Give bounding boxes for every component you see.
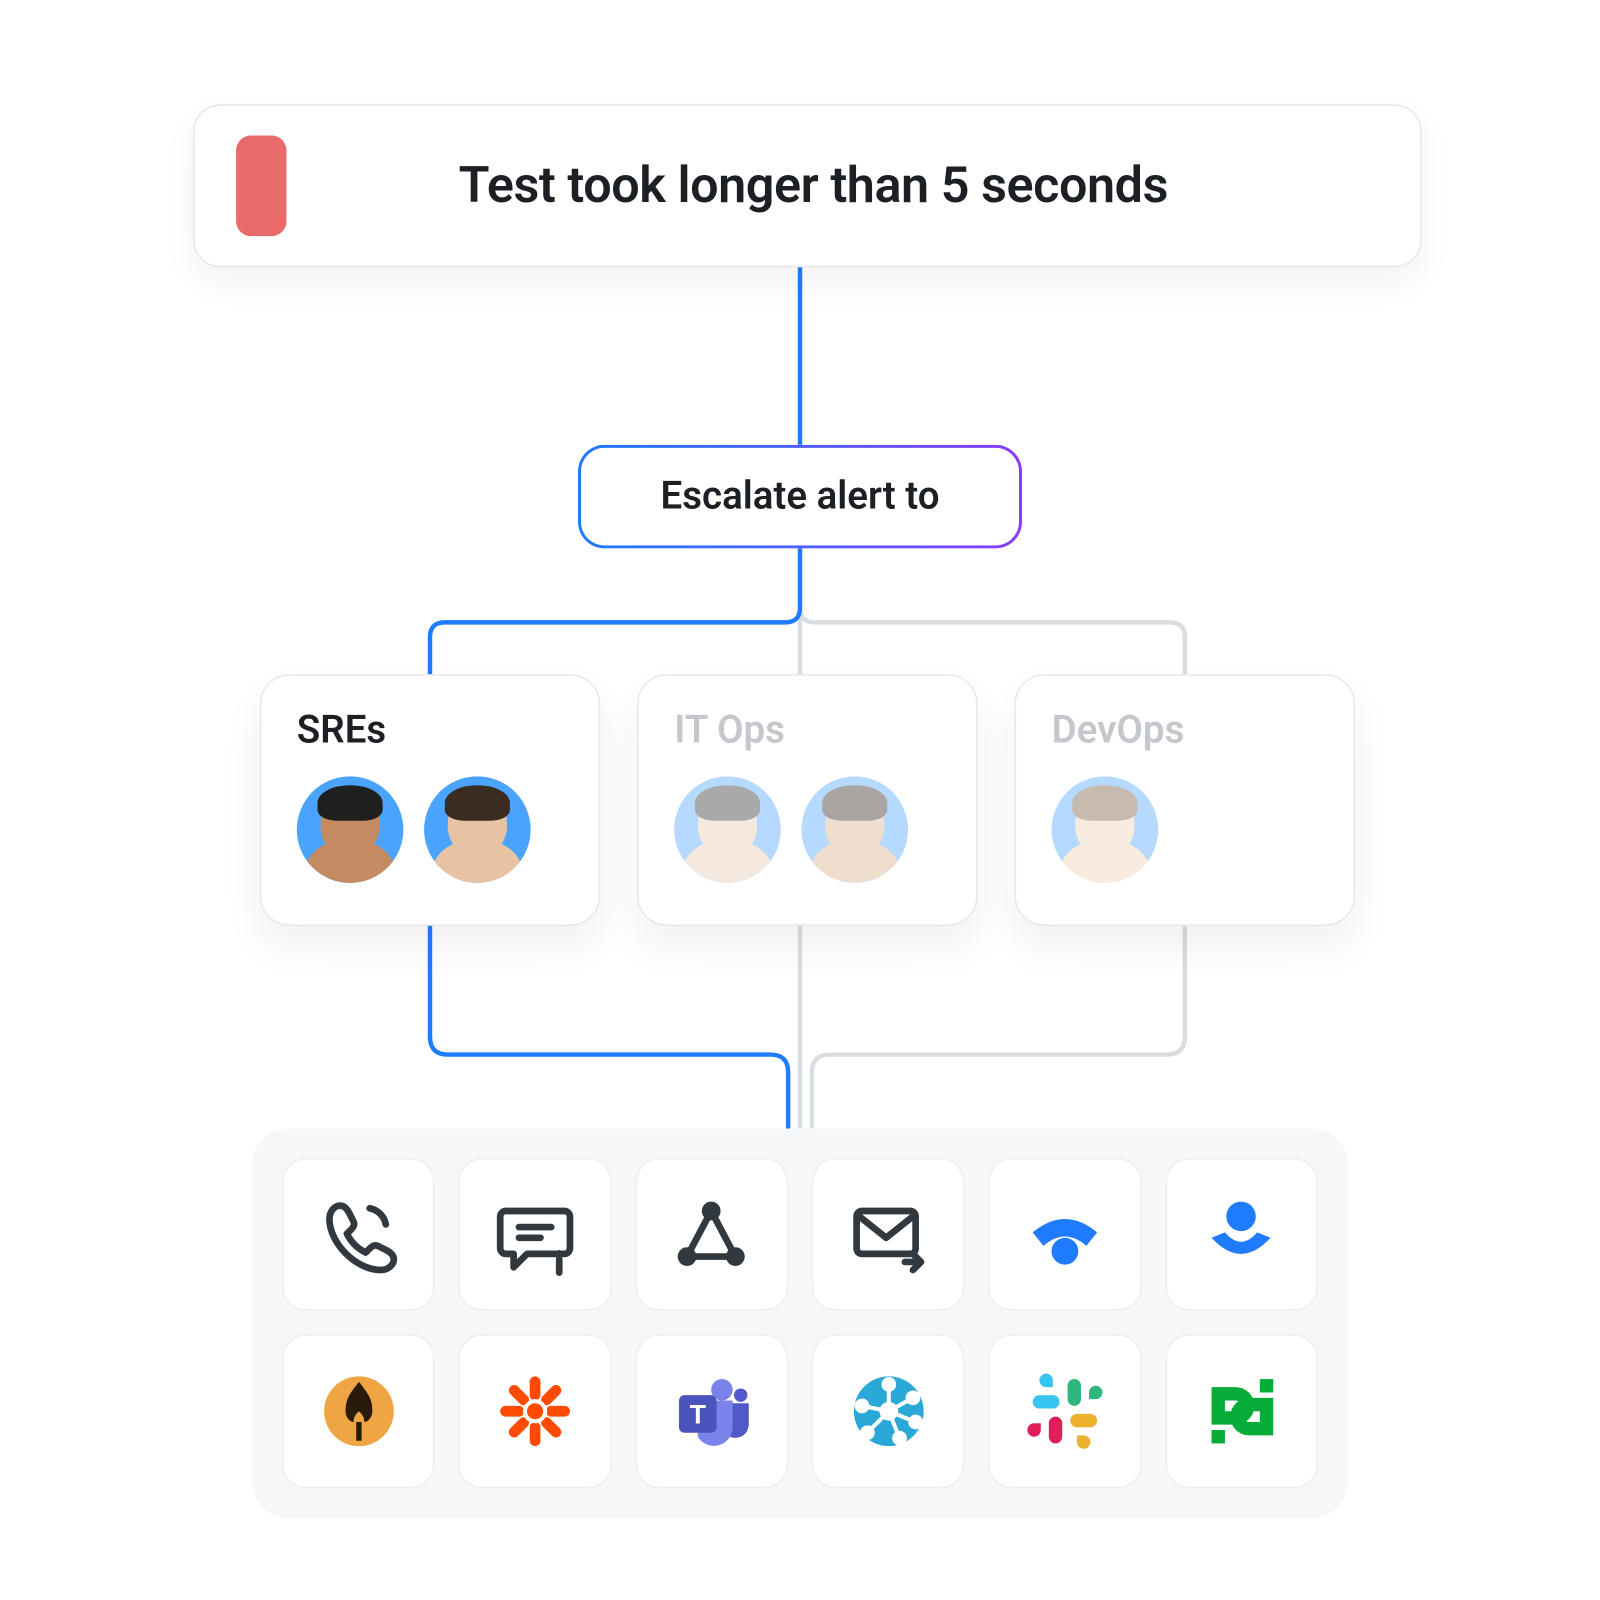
pagerduty-icon: [1199, 1368, 1285, 1454]
avatar: [1052, 776, 1159, 883]
team-card-devops[interactable]: DevOps: [1015, 674, 1355, 926]
channel-statuspage[interactable]: [989, 1158, 1142, 1311]
escalation-diagram: Test took longer than 5 seconds Escalate…: [1, 1, 1599, 1599]
alert-text: Test took longer than 5 seconds: [337, 156, 1379, 215]
channel-webhook[interactable]: [635, 1158, 788, 1311]
avatar: [424, 776, 531, 883]
svg-text:T: T: [690, 1399, 707, 1429]
avatar: [801, 776, 908, 883]
team-title: IT Ops: [674, 708, 940, 752]
channel-grid: T: [252, 1129, 1347, 1518]
channel-pagerduty[interactable]: [1165, 1335, 1318, 1488]
team-title: DevOps: [1052, 708, 1318, 752]
email-icon: [845, 1192, 931, 1278]
avatar: [297, 776, 404, 883]
channel-slack[interactable]: [989, 1335, 1142, 1488]
channel-opsgenie[interactable]: [1165, 1158, 1318, 1311]
avatar: [674, 776, 781, 883]
slack-icon: [1022, 1368, 1108, 1454]
phone-icon: [316, 1192, 402, 1278]
channel-zapier[interactable]: [459, 1335, 612, 1488]
message-icon: [492, 1192, 578, 1278]
escalate-label: Escalate alert to: [661, 474, 940, 518]
alert-card: Test took longer than 5 seconds: [193, 104, 1421, 267]
channel-sms[interactable]: [459, 1158, 612, 1311]
hub-icon: [845, 1368, 931, 1454]
team-avatars: [674, 776, 940, 883]
team-card-sres[interactable]: SREs: [260, 674, 600, 926]
channel-msteams[interactable]: T: [635, 1335, 788, 1488]
zapier-icon: [492, 1368, 578, 1454]
team-avatars: [1052, 776, 1318, 883]
opsgenie-icon: [1199, 1192, 1285, 1278]
msteams-icon: T: [669, 1368, 755, 1454]
channel-phone[interactable]: [282, 1158, 435, 1311]
channel-hub[interactable]: [812, 1335, 965, 1488]
statuspage-icon: [1022, 1192, 1108, 1278]
firehydrant-icon: [316, 1368, 402, 1454]
team-row: SREs IT Ops DevOps: [260, 674, 1355, 926]
webhook-icon: [669, 1192, 755, 1278]
team-avatars: [297, 776, 563, 883]
channel-email[interactable]: [812, 1158, 965, 1311]
channel-firehydrant[interactable]: [282, 1335, 435, 1488]
escalate-action[interactable]: Escalate alert to: [578, 445, 1022, 549]
team-title: SREs: [297, 708, 563, 752]
team-card-itops[interactable]: IT Ops: [637, 674, 977, 926]
alert-severity-indicator: [236, 135, 286, 236]
